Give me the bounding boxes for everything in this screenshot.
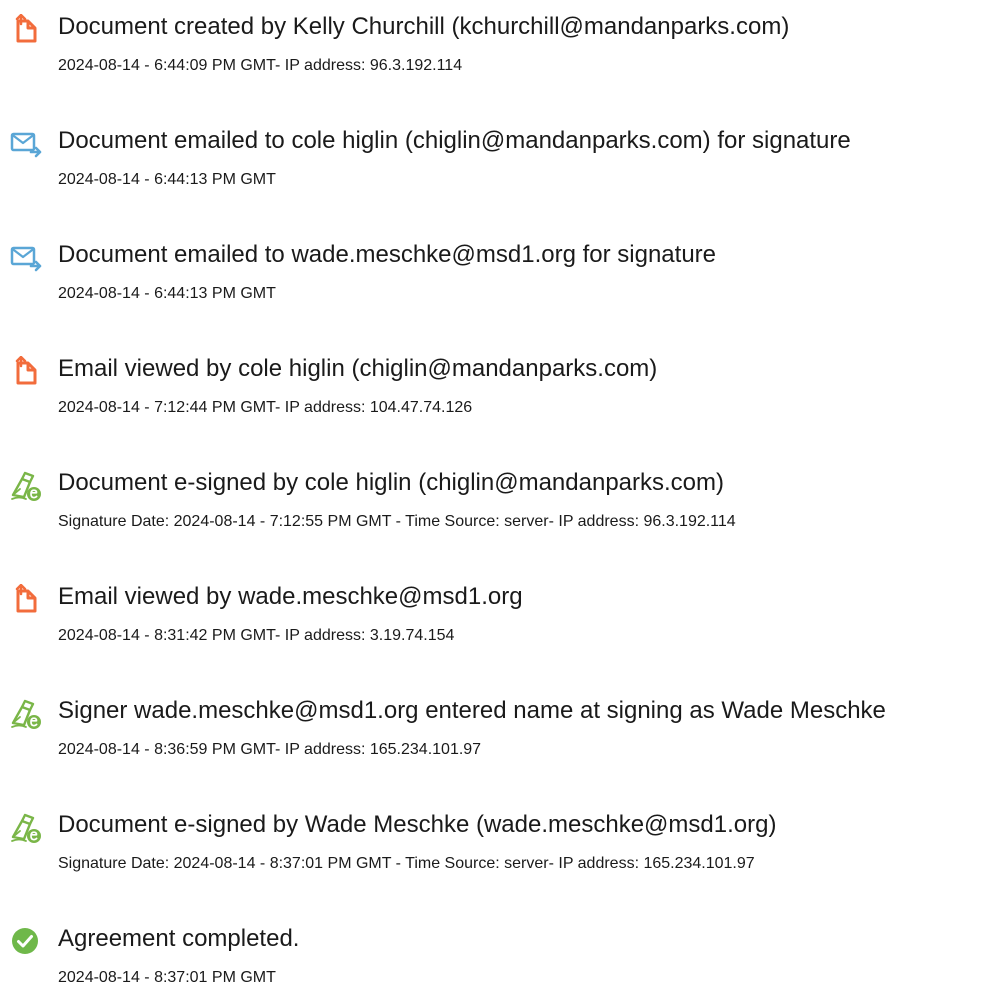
audit-event: Document created by Kelly Churchill (kch…	[0, 12, 987, 92]
event-detail: 2024-08-14 - 6:44:13 PM GMT	[58, 285, 276, 302]
esign-pen-icon	[10, 470, 42, 502]
event-detail: 2024-08-14 - 7:12:44 PM GMT- IP address:…	[58, 399, 473, 416]
event-title: Agreement completed.	[58, 925, 300, 952]
check-circle-icon	[10, 926, 42, 958]
audit-event: Signer wade.meschke@msd1.org entered nam…	[0, 696, 987, 776]
email-send-icon	[10, 128, 42, 160]
audit-event: Document emailed to cole higlin (chiglin…	[0, 126, 987, 206]
event-title: Signer wade.meschke@msd1.org entered nam…	[58, 697, 886, 724]
event-title: Email viewed by cole higlin (chiglin@man…	[58, 355, 658, 382]
audit-event: Document e-signed by Wade Meschke (wade.…	[0, 810, 987, 890]
audit-event-list: Document created by Kelly Churchill (kch…	[0, 0, 987, 994]
event-title: Document e-signed by Wade Meschke (wade.…	[58, 811, 777, 838]
email-send-icon	[10, 242, 42, 274]
event-detail: 2024-08-14 - 6:44:13 PM GMT	[58, 171, 276, 188]
event-title: Document created by Kelly Churchill (kch…	[58, 13, 790, 40]
document-icon	[10, 584, 42, 616]
document-icon	[10, 14, 42, 46]
event-detail: Signature Date: 2024-08-14 - 8:37:01 PM …	[58, 855, 755, 872]
esign-pen-icon	[10, 812, 42, 844]
audit-event: Email viewed by cole higlin (chiglin@man…	[0, 354, 987, 434]
event-detail: Signature Date: 2024-08-14 - 7:12:55 PM …	[58, 513, 736, 530]
event-title: Email viewed by wade.meschke@msd1.org	[58, 583, 523, 610]
event-title: Document emailed to cole higlin (chiglin…	[58, 127, 851, 154]
esign-pen-icon	[10, 698, 42, 730]
event-detail: 2024-08-14 - 8:36:59 PM GMT- IP address:…	[58, 741, 482, 758]
audit-event: Email viewed by wade.meschke@msd1.org 20…	[0, 582, 987, 662]
audit-event: Agreement completed. 2024-08-14 - 8:37:0…	[0, 924, 987, 1004]
event-detail: 2024-08-14 - 8:31:42 PM GMT- IP address:…	[58, 627, 455, 644]
event-title: Document e-signed by cole higlin (chigli…	[58, 469, 725, 496]
audit-event: Document emailed to wade.meschke@msd1.or…	[0, 240, 987, 320]
event-detail: 2024-08-14 - 8:37:01 PM GMT	[58, 969, 276, 986]
event-title: Document emailed to wade.meschke@msd1.or…	[58, 241, 717, 268]
event-detail: 2024-08-14 - 6:44:09 PM GMT- IP address:…	[58, 57, 463, 74]
audit-event: Document e-signed by cole higlin (chigli…	[0, 468, 987, 548]
document-icon	[10, 356, 42, 388]
